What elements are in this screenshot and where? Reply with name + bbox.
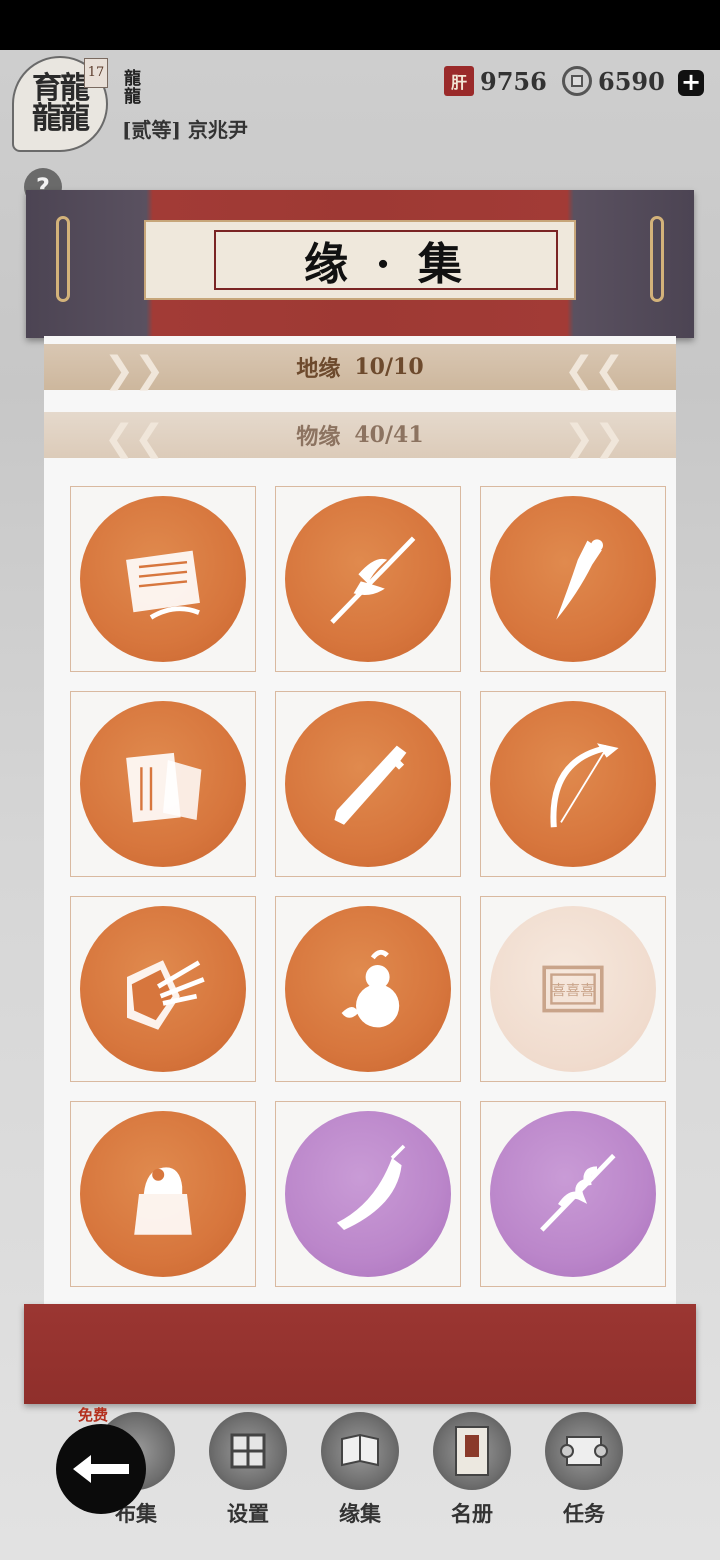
level-badge: 17: [84, 58, 108, 88]
player-name: 龍龍: [124, 69, 141, 107]
item-card[interactable]: [70, 896, 256, 1082]
scroll-document-icon: [80, 496, 246, 662]
nav-label: 任务: [563, 1501, 605, 1526]
seal-icon: 肝: [444, 66, 474, 96]
arrow-left-icon: [73, 1455, 129, 1483]
shield-arrows-icon: [80, 906, 246, 1072]
section-land[interactable]: ❯❯ 地缘 10/10 ❮❮: [44, 344, 676, 391]
dagger-icon: [490, 496, 656, 662]
register-book-icon: [433, 1412, 511, 1490]
chevron-right-icon: ❯❯: [564, 418, 625, 459]
item-card[interactable]: [70, 1101, 256, 1287]
gear-icon: [209, 1412, 287, 1490]
bottom-board: [24, 1304, 696, 1404]
player-rank: [贰等] 京兆尹: [122, 118, 248, 142]
item-card[interactable]: [275, 1101, 461, 1287]
bow-icon: [490, 701, 656, 867]
nav-label: 名册: [451, 1501, 493, 1526]
add-currency-button[interactable]: +: [678, 70, 704, 96]
collection-panel: ❯❯ 地缘 10/10 ❮❮ ❮❮ 物缘 40/41 ❯❯ 喜喜喜: [44, 336, 676, 1306]
gourd-icon: [285, 906, 451, 1072]
scroll-icon: [545, 1412, 623, 1490]
seal-value: 9756: [480, 66, 547, 96]
item-card[interactable]: [480, 486, 666, 672]
seal-plaque-icon: 喜喜喜: [490, 906, 656, 1072]
nav-label: 设置: [227, 1501, 269, 1526]
scroll-ring-left: [56, 216, 70, 302]
nav-item-tasks[interactable]: 任务: [534, 1404, 634, 1534]
halberd-icon: [285, 496, 451, 662]
jade-seal-icon: [80, 1111, 246, 1277]
item-card[interactable]: [70, 691, 256, 877]
status-bar: [0, 0, 720, 50]
coin-currency: 6590: [562, 64, 665, 98]
book-icon: [321, 1412, 399, 1490]
section-land-count: 10/10: [354, 354, 424, 380]
back-button[interactable]: [56, 1424, 146, 1514]
chevron-left-icon: ❮❮: [104, 418, 165, 459]
coin-icon: [562, 66, 592, 96]
chevron-right-icon: ❯❯: [104, 350, 165, 391]
bamboo-scroll-icon: [80, 701, 246, 867]
item-card[interactable]: 喜喜喜: [480, 896, 666, 1082]
nav-item-roster[interactable]: 名册: [422, 1404, 522, 1534]
item-card[interactable]: [275, 691, 461, 877]
item-card[interactable]: [275, 896, 461, 1082]
item-card[interactable]: [480, 691, 666, 877]
section-item-label: 物缘: [296, 424, 341, 450]
item-card[interactable]: [480, 1101, 666, 1287]
item-card[interactable]: [70, 486, 256, 672]
scroll-header: 缘 · 集: [26, 190, 694, 338]
item-card[interactable]: [275, 486, 461, 672]
glaive-icon: [285, 1111, 451, 1277]
svg-text:喜喜喜: 喜喜喜: [551, 982, 594, 999]
nav-label: 缘集: [339, 1501, 381, 1526]
scroll-ring-right: [650, 216, 664, 302]
section-item-count: 40/41: [354, 422, 424, 448]
page-title: 缘 · 集: [214, 230, 558, 290]
section-item[interactable]: ❮❮ 物缘 40/41 ❯❯: [44, 412, 676, 459]
sword-icon: [285, 701, 451, 867]
nav-item-settings[interactable]: 设置: [198, 1404, 298, 1534]
title-plate: 缘 · 集: [144, 220, 576, 300]
serpent-spear-icon: [490, 1111, 656, 1277]
chevron-left-icon: ❮❮: [564, 350, 625, 391]
section-land-label: 地缘: [296, 356, 341, 382]
seal-currency: 肝 9756: [444, 64, 547, 98]
coin-value: 6590: [598, 66, 665, 96]
nav-item-yuanji[interactable]: 缘集: [310, 1404, 410, 1534]
